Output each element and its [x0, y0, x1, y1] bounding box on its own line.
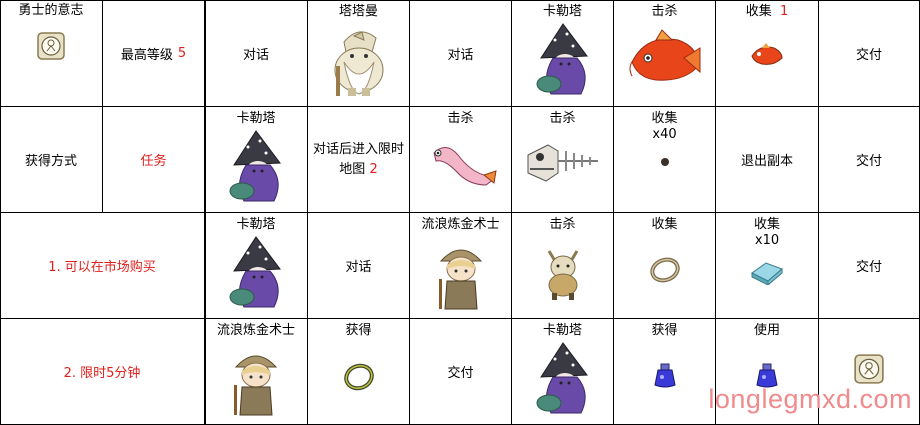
- r1-collect-label: 收集: [745, 4, 772, 19]
- crystal-ingot-item-icon: [751, 262, 783, 285]
- r1-collect-label-wrap: 收集 1: [746, 4, 788, 20]
- r2-exit-cell: 退出副本: [716, 107, 818, 212]
- fish-item-icon: [751, 43, 783, 65]
- medal-title: 勇士的意志: [18, 3, 84, 18]
- obtain-value: 任务: [140, 154, 167, 169]
- r2-map-text: 对话后进入限时地图: [312, 141, 404, 177]
- r2-map-num: 2: [369, 161, 378, 177]
- r1-deliver-cell: 交付: [819, 0, 919, 106]
- r2-npc-kaleta-label: 卡勒塔: [236, 111, 276, 126]
- r2-deliver-label: 交付: [855, 154, 882, 169]
- alchemist-npc-icon: [234, 355, 278, 416]
- r3-talk-cell: 对话: [308, 213, 409, 318]
- r2-exit-label: 退出副本: [740, 154, 793, 169]
- goat-monster-icon: [547, 250, 578, 300]
- kaleta-witch-npc-icon: [536, 23, 588, 95]
- r4-npc-kaleta-cell: 卡勒塔: [512, 319, 613, 424]
- medal-cell: 勇士的意志: [0, 0, 102, 106]
- r2-collect-cell: 收集 x40: [614, 107, 715, 212]
- r1-npc-kaleta-cell: 卡勒塔: [512, 0, 613, 106]
- kaleta-witch-npc-icon: [536, 342, 588, 414]
- r4-obtain-label: 获得: [345, 323, 372, 338]
- r1-talk-cell: 对话: [205, 0, 307, 106]
- bracelet-item-icon: [649, 257, 680, 283]
- r1-talk-2-label: 对话: [447, 47, 474, 63]
- r3-npc-alchemist-label: 流浪炼金术士: [421, 217, 500, 232]
- r3-collect-1-label: 收集: [651, 217, 678, 232]
- r1-talk-2-cell: 对话: [410, 0, 511, 106]
- r1-kill-label: 击杀: [651, 4, 678, 19]
- watermark: longlegmxd.com: [708, 384, 912, 414]
- r3-kill-cell: 击杀: [512, 213, 613, 318]
- r4-obtain-2-label: 获得: [651, 323, 678, 338]
- r3-npc-kaleta-label: 卡勒塔: [236, 217, 276, 232]
- skeleton-fish-monster-icon: [527, 144, 598, 182]
- method-1-text: 1. 可以在市场购买: [48, 260, 156, 275]
- r3-talk-label: 对话: [345, 260, 372, 275]
- r2-npc-kaleta-cell: 卡勒塔: [205, 107, 307, 212]
- r1-npc-tatamang-label: 塔塔曼: [338, 4, 378, 19]
- r1-collect-count: 1: [779, 4, 789, 19]
- r2-map-cell: 对话后进入限时地图 2: [308, 107, 409, 212]
- max-level-value: 5: [177, 45, 187, 61]
- kaleta-witch-npc-icon: [229, 130, 281, 202]
- r4-npc-alchemist-label: 流浪炼金术士: [216, 323, 295, 338]
- r3-npc-kaleta-cell: 卡勒塔: [205, 213, 307, 318]
- small-item-icon: [660, 158, 669, 166]
- red-fish-monster-icon: [629, 29, 701, 81]
- r3-collect-2-label: 收集: [753, 217, 780, 232]
- obtain-label: 获得方式: [24, 154, 77, 169]
- eel-monster-icon: [432, 147, 497, 186]
- r1-deliver-label: 交付: [855, 47, 882, 63]
- method-2-text: 2. 限时5分钟: [63, 366, 141, 381]
- r2-kill-1-label: 击杀: [447, 111, 474, 126]
- r3-npc-alchemist-cell: 流浪炼金术士: [410, 213, 511, 318]
- alchemist-npc-icon: [438, 249, 482, 310]
- r3-deliver-cell: 交付: [819, 213, 919, 318]
- r3-deliver-label: 交付: [855, 260, 882, 275]
- r1-npc-tatamang-cell: 塔塔曼: [308, 0, 409, 106]
- obtain-value-cell: 任务: [103, 107, 204, 212]
- r4-obtain-cell: 获得: [308, 319, 409, 424]
- r4-obtain-2-cell: 获得: [614, 319, 715, 424]
- r2-map-text-wrap: 对话后进入限时地图 2: [313, 140, 405, 180]
- max-level-label: 最高等级: [120, 47, 173, 63]
- obtain-label-cell: 获得方式: [0, 107, 102, 212]
- tatamang-npc-icon: [334, 31, 383, 96]
- r1-npc-kaleta-label: 卡勒塔: [542, 4, 582, 19]
- r4-deliver-cell: 交付: [410, 319, 511, 424]
- r4-npc-kaleta-label: 卡勒塔: [542, 323, 582, 338]
- r1-collect-cell: 收集 1: [716, 0, 818, 106]
- method-1-cell: 1. 可以在市场购买: [0, 213, 204, 318]
- r2-kill-1-cell: 击杀: [410, 107, 511, 212]
- ring-item-icon: [343, 363, 374, 391]
- blue-potion-item-icon: [653, 363, 676, 388]
- r2-collect-label: 收集: [651, 111, 678, 126]
- r3-kill-label: 击杀: [549, 217, 576, 232]
- r4-npc-alchemist-cell: 流浪炼金术士: [205, 319, 307, 424]
- kaleta-witch-npc-icon: [229, 236, 281, 308]
- r2-collect-count: x40: [652, 127, 677, 142]
- r1-talk-label: 对话: [242, 47, 269, 63]
- r1-kill-cell: 击杀: [614, 0, 715, 106]
- r3-collect-2-count: x10: [754, 233, 780, 248]
- r2-kill-2-cell: 击杀: [512, 107, 613, 212]
- r4-use-label: 使用: [753, 323, 780, 338]
- r2-kill-2-label: 击杀: [549, 111, 576, 126]
- r2-deliver-cell: 交付: [819, 107, 919, 212]
- max-level-cell: 最高等级 5: [103, 0, 204, 106]
- r3-collect-1-cell: 收集: [614, 213, 715, 318]
- r4-deliver-label: 交付: [447, 366, 474, 381]
- medal-icon: [37, 32, 65, 60]
- r3-collect-2-cell: 收集 x10: [716, 213, 818, 318]
- method-2-cell: 2. 限时5分钟: [0, 319, 204, 424]
- medal-icon: [854, 353, 884, 384]
